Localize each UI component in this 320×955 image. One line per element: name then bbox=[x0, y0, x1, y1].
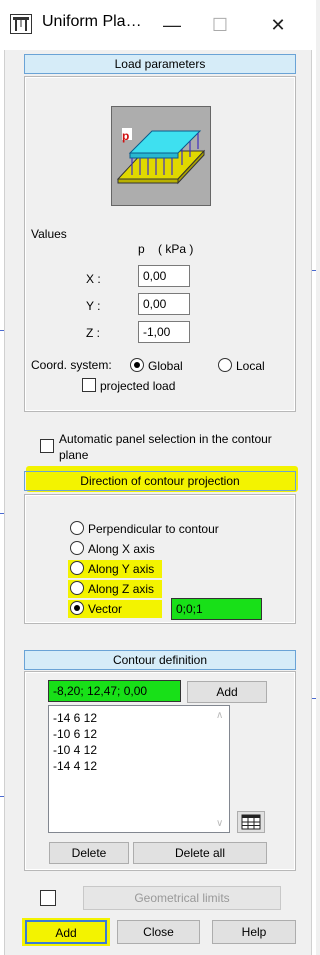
auto-panel-label-line1: Automatic panel selection in the contour bbox=[59, 432, 272, 446]
window-edge-right bbox=[311, 50, 316, 955]
auto-panel-checkbox[interactable] bbox=[40, 439, 54, 453]
local-label: Local bbox=[236, 359, 265, 373]
vector-radio[interactable] bbox=[70, 601, 84, 615]
y-value-input[interactable]: 0,00 bbox=[138, 293, 190, 315]
background-line bbox=[312, 698, 316, 699]
contour-header: Contour definition bbox=[24, 650, 296, 670]
global-label: Global bbox=[148, 359, 183, 373]
along-z-label: Along Z axis bbox=[88, 582, 155, 596]
maximize-button[interactable]: ☐ bbox=[200, 11, 240, 39]
delete-all-button[interactable]: Delete all bbox=[133, 842, 267, 864]
close-window-button[interactable]: ✕ bbox=[258, 11, 298, 39]
perpendicular-label: Perpendicular to contour bbox=[88, 522, 219, 536]
background-line bbox=[0, 796, 4, 797]
projected-load-label: projected load bbox=[100, 379, 176, 393]
background-line bbox=[0, 330, 4, 331]
along-y-label: Along Y axis bbox=[88, 562, 155, 576]
window-title: Uniform Pla… bbox=[42, 13, 142, 30]
help-button[interactable]: Help bbox=[212, 920, 296, 944]
scroll-down-icon[interactable]: ∨ bbox=[216, 818, 223, 829]
geometrical-limits-checkbox[interactable] bbox=[40, 890, 56, 906]
scroll-up-icon[interactable]: ∧ bbox=[216, 710, 223, 721]
close-button[interactable]: Close bbox=[117, 920, 200, 944]
z-label: Z : bbox=[86, 326, 100, 340]
coord-system-label: Coord. system: bbox=[31, 358, 112, 372]
x-value-input[interactable]: 0,00 bbox=[138, 265, 190, 287]
contour-add-button[interactable]: Add bbox=[187, 681, 267, 703]
along-x-radio[interactable] bbox=[70, 541, 84, 555]
list-item[interactable]: -10 4 12 bbox=[53, 742, 97, 758]
vector-label: Vector bbox=[88, 602, 123, 616]
x-label: X : bbox=[86, 272, 101, 286]
list-item[interactable]: -14 4 12 bbox=[53, 758, 97, 774]
values-label: Values bbox=[31, 227, 67, 241]
unit-label: p ( kPa ) bbox=[138, 242, 194, 256]
contour-points-list[interactable]: -14 6 12 -10 6 12 -10 4 12 -14 4 12 ∧ ∨ bbox=[48, 705, 230, 833]
preview-badge-p: p bbox=[122, 129, 130, 143]
list-item[interactable]: -14 6 12 bbox=[53, 710, 97, 726]
direction-header: Direction of contour projection bbox=[24, 471, 296, 491]
background-line bbox=[0, 513, 4, 514]
global-radio[interactable] bbox=[130, 358, 144, 372]
z-value-input[interactable]: -1,00 bbox=[138, 321, 190, 343]
list-item[interactable]: -10 6 12 bbox=[53, 726, 97, 742]
table-icon[interactable] bbox=[237, 811, 265, 833]
load-preview-image bbox=[111, 106, 211, 206]
load-parameters-header: Load parameters bbox=[24, 54, 296, 74]
geometrical-limits-button[interactable]: Geometrical limits bbox=[83, 886, 281, 910]
along-y-radio[interactable] bbox=[70, 561, 84, 575]
local-radio[interactable] bbox=[218, 358, 232, 372]
along-x-label: Along X axis bbox=[88, 542, 155, 556]
projected-load-checkbox[interactable] bbox=[82, 378, 96, 392]
delete-button[interactable]: Delete bbox=[49, 842, 129, 864]
minimize-button[interactable]: — bbox=[152, 11, 192, 39]
add-button[interactable]: Add bbox=[25, 920, 107, 944]
y-label: Y : bbox=[86, 299, 101, 313]
perpendicular-radio[interactable] bbox=[70, 521, 84, 535]
contour-point-input[interactable]: -8,20; 12,47; 0,00 bbox=[48, 680, 181, 702]
background-line bbox=[312, 270, 316, 271]
app-icon bbox=[10, 14, 32, 34]
window-edge-left bbox=[0, 50, 5, 955]
along-z-radio[interactable] bbox=[70, 581, 84, 595]
list-scrollbar[interactable]: ∧ ∨ bbox=[212, 706, 229, 832]
vector-value-input[interactable]: 0;0;1 bbox=[171, 598, 262, 620]
auto-panel-label-line2: plane bbox=[59, 448, 89, 462]
